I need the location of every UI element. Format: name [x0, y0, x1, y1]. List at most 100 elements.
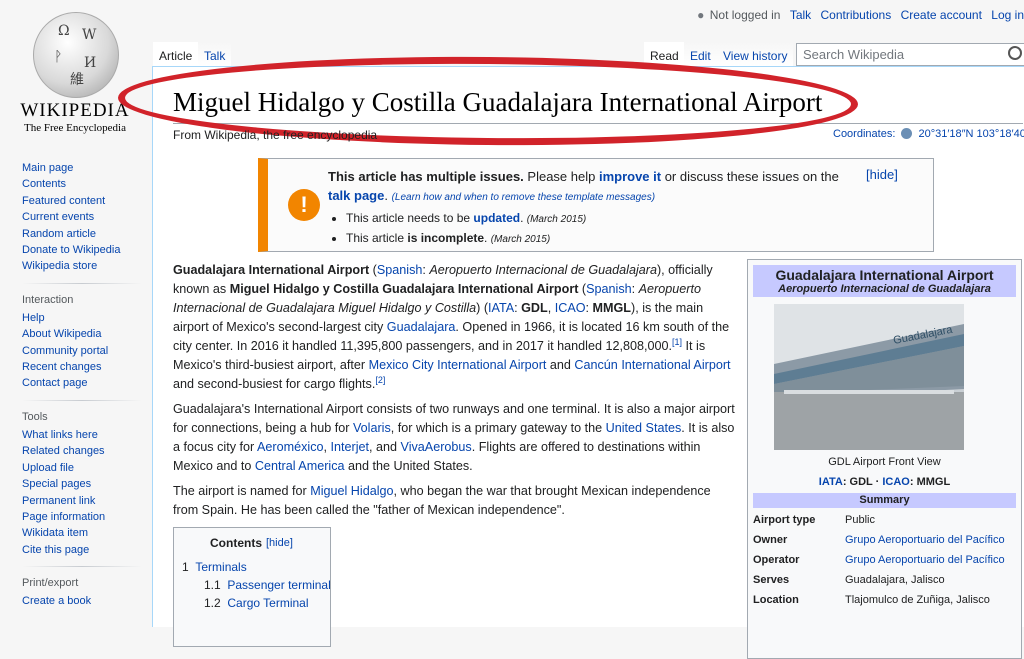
paragraph: The airport is named for Miguel Hidalgo,… — [173, 482, 737, 520]
sidebar-item-current-events[interactable]: Current events — [22, 209, 142, 225]
owner-link[interactable]: Grupo Aeroportuario del Pacífico — [845, 534, 1005, 546]
text-run: , — [324, 440, 331, 454]
inline-link[interactable]: Central America — [255, 459, 345, 473]
inline-link[interactable]: United States — [606, 421, 682, 435]
inline-link[interactable]: VivaAerobus — [401, 440, 472, 454]
improve-link[interactable]: improve it — [599, 169, 661, 184]
sidebar-item-donate-to-wikipedia[interactable]: Donate to Wikipedia — [22, 242, 142, 258]
sidebar-item-wikidata-item[interactable]: Wikidata item — [22, 525, 142, 541]
inline-link[interactable]: ICAO — [555, 301, 586, 315]
text-run: Guadalajara International Airport — [173, 263, 369, 277]
wikipedia-logo[interactable]: Ω W ᚹ И 維 Wikipedia The Free Encyclopedi… — [20, 10, 130, 140]
inline-link[interactable]: Guadalajara — [387, 320, 456, 334]
personal-tools: ● Not logged in Talk Contributions Creat… — [691, 8, 1024, 22]
infobox-native-name: Aeropuerto Internacional de Guadalajara — [753, 283, 1016, 295]
tab-article[interactable]: Article — [153, 42, 198, 66]
talk-link[interactable]: Talk — [790, 8, 811, 22]
infobox-row: ServesGuadalajara, Jalisco — [753, 574, 1016, 592]
text-run: GDL — [521, 301, 548, 315]
site-subtitle: From Wikipedia, the free encyclopedia — [173, 128, 377, 142]
airport-photo[interactable]: Guadalajara — [774, 304, 964, 450]
coordinates-value[interactable]: 20°31′18″N 103°18′40″W — [919, 128, 1024, 140]
inline-link[interactable]: Interjet — [331, 440, 370, 454]
sidebar-item-upload-file[interactable]: Upload file — [22, 460, 142, 476]
toc-hide-link[interactable]: [hide] — [266, 537, 293, 549]
infobox-row: OperatorGrupo Aeroportuario del Pacífico — [753, 554, 1016, 572]
inline-link[interactable]: Spanish — [377, 263, 423, 277]
sidebar-tools-list: What links hereRelated changesUpload fil… — [22, 427, 142, 558]
sidebar-item-special-pages[interactable]: Special pages — [22, 476, 142, 492]
sidebar-item-create-a-book[interactable]: Create a book — [22, 593, 142, 609]
tab-talk[interactable]: Talk — [198, 42, 231, 66]
inline-link[interactable]: Spanish — [586, 282, 632, 296]
tab-view-history[interactable]: View history — [717, 42, 793, 66]
warning-icon: ! — [288, 189, 320, 221]
infobox-codes: IATA: GDL · ICAO: MMGL — [748, 476, 1021, 488]
sidebar-item-main-page[interactable]: Main page — [22, 160, 142, 176]
sidebar-item-recent-changes[interactable]: Recent changes — [22, 359, 142, 375]
paragraph: Guadalajara International Airport (Spani… — [173, 261, 737, 394]
text-run: ( — [578, 282, 586, 296]
tab-edit[interactable]: Edit — [684, 42, 717, 66]
inline-link[interactable]: [1] — [672, 337, 682, 347]
inline-link[interactable]: Volaris — [353, 421, 391, 435]
search-input[interactable]: Search Wikipedia — [796, 43, 1024, 66]
sidebar-item-cite-this-page[interactable]: Cite this page — [22, 542, 142, 558]
coordinates[interactable]: Coordinates: 20°31′18″N 103°18′40″W — [833, 128, 1024, 140]
sidebar-heading: Tools — [22, 411, 142, 423]
text-run: MMGL — [593, 301, 631, 315]
text-run: , and — [369, 440, 401, 454]
content-area: Miguel Hidalgo y Costilla Guadalajara In… — [152, 66, 1024, 627]
ambox-hide-link[interactable]: [hide] — [866, 167, 898, 182]
create-account-link[interactable]: Create account — [901, 8, 982, 22]
inline-link[interactable]: IATA — [488, 301, 514, 315]
talk-page-link[interactable]: talk page — [328, 188, 384, 203]
inline-link[interactable]: Mexico City International Airport — [369, 358, 547, 372]
puzzle-globe-icon: Ω W ᚹ И 維 — [33, 12, 119, 98]
sidebar-item-what-links-here[interactable]: What links here — [22, 427, 142, 443]
updated-link[interactable]: updated — [473, 211, 520, 225]
sidebar: Main pageContentsFeatured contentCurrent… — [22, 160, 142, 610]
text-run: and — [546, 358, 574, 372]
contributions-link[interactable]: Contributions — [821, 8, 892, 22]
operator-link[interactable]: Grupo Aeroportuario del Pacífico — [845, 554, 1005, 566]
text-run: ( — [369, 263, 377, 277]
log-in-link[interactable]: Log in — [991, 8, 1024, 22]
sidebar-main-list: Main pageContentsFeatured contentCurrent… — [22, 160, 142, 275]
infobox-caption: GDL Airport Front View — [748, 456, 1021, 468]
issue-item: This article needs to be updated. (March… — [346, 209, 848, 229]
text-run: The airport is named for — [173, 484, 310, 498]
text-run: , — [548, 301, 555, 315]
sidebar-item-page-information[interactable]: Page information — [22, 509, 142, 525]
ambox-text-1: Please help — [524, 169, 599, 184]
sidebar-item-random-article[interactable]: Random article — [22, 226, 142, 242]
search-icon[interactable] — [1008, 46, 1022, 60]
inline-link[interactable]: Miguel Hidalgo — [310, 484, 393, 498]
toc-item[interactable]: 1 Terminals — [182, 560, 247, 574]
sidebar-item-help[interactable]: Help — [22, 310, 142, 326]
sidebar-item-contact-page[interactable]: Contact page — [22, 375, 142, 391]
icao-link[interactable]: ICAO — [882, 476, 910, 488]
sidebar-item-about-wikipedia[interactable]: About Wikipedia — [22, 326, 142, 342]
inline-link[interactable]: [2] — [375, 375, 385, 385]
paragraph: Guadalajara's International Airport cons… — [173, 400, 737, 476]
inline-link[interactable]: Aeroméxico — [257, 440, 324, 454]
toc-item[interactable]: 1.2 Cargo Terminal — [204, 596, 309, 610]
inline-link[interactable]: Cancún International Airport — [574, 358, 730, 372]
sidebar-item-wikipedia-store[interactable]: Wikipedia store — [22, 258, 142, 274]
sidebar-item-contents[interactable]: Contents — [22, 176, 142, 192]
iata-link[interactable]: IATA — [819, 476, 843, 488]
sidebar-item-featured-content[interactable]: Featured content — [22, 193, 142, 209]
sidebar-divider — [22, 566, 142, 567]
sidebar-divider — [22, 400, 142, 401]
ambox-lead: This article has multiple issues. — [328, 169, 524, 184]
text-run: , for which is a primary gateway to the — [391, 421, 606, 435]
sidebar-item-related-changes[interactable]: Related changes — [22, 443, 142, 459]
text-run: : — [586, 301, 593, 315]
toc-item[interactable]: 1.1 Passenger terminal — [204, 578, 331, 592]
ambox-text-2: or discuss these issues on the — [661, 169, 839, 184]
learn-link[interactable]: (Learn how and when to remove these temp… — [392, 192, 655, 203]
sidebar-item-community-portal[interactable]: Community portal — [22, 343, 142, 359]
globe-icon — [901, 128, 912, 139]
sidebar-item-permanent-link[interactable]: Permanent link — [22, 493, 142, 509]
